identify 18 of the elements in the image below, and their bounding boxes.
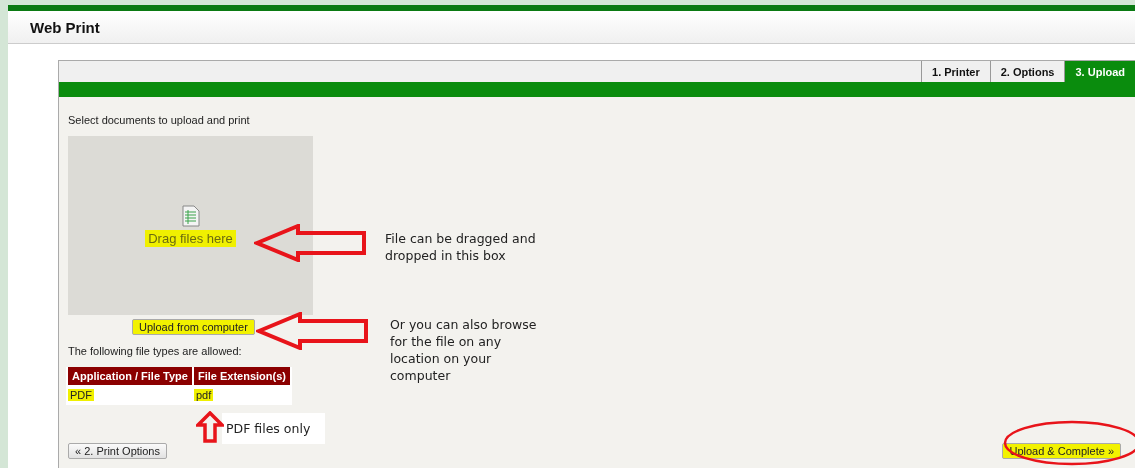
- drop-label: Drag files here: [145, 229, 236, 247]
- drop-zone[interactable]: Drag files here: [68, 136, 313, 315]
- upload-button[interactable]: Upload from computer: [132, 319, 255, 335]
- column-header: Application / File Type: [68, 367, 192, 385]
- document-icon: [181, 204, 200, 227]
- allowed-types-text: The following file types are allowed:: [68, 345, 242, 357]
- arrow: [196, 411, 224, 443]
- back-button[interactable]: « 2. Print Options: [68, 443, 167, 459]
- table-cell: pdf: [193, 389, 214, 401]
- annotation-note: File can be dragged and dropped in this box: [385, 230, 537, 264]
- window-title: Web Print: [30, 18, 100, 36]
- column-header: File Extension(s): [193, 367, 290, 385]
- annotation-note: PDF files only: [222, 413, 325, 444]
- annotation-note: Or you can also browse for the file on any location on your computer: [390, 316, 538, 384]
- table-cell: PDF: [68, 389, 94, 401]
- instruction-text: Select documents to upload and print: [68, 114, 250, 126]
- step-tab[interactable]: 3. Upload: [1064, 61, 1135, 82]
- upload-complete-button[interactable]: Upload & Complete »: [1002, 443, 1121, 459]
